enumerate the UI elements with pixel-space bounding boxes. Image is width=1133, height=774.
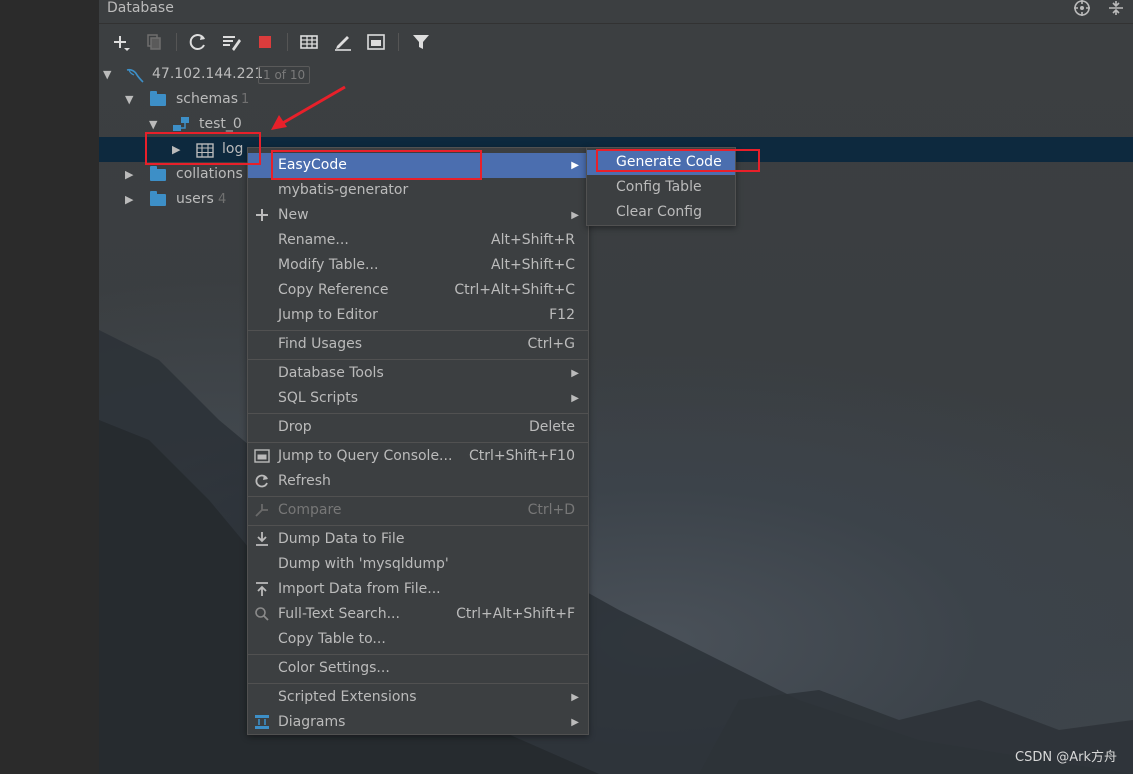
menu-item-import-data-from-file[interactable]: Import Data from File... [248,577,588,602]
menu-item-modify-table[interactable]: Modify Table... Alt+Shift+C [248,253,588,278]
menu-item-refresh[interactable]: Refresh [248,469,588,494]
easycode-submenu: Generate Code Config Table Clear Config [586,147,736,226]
submenu-item-generate-code[interactable]: Generate Code [587,150,735,175]
collations-label: collations [176,166,243,182]
download-icon [254,531,270,547]
menu-item-mybatis-generator[interactable]: mybatis-generator [248,178,588,203]
search-icon [254,606,270,622]
menu-item-color-settings[interactable]: Color Settings... [248,656,588,681]
copy-icon [143,31,165,53]
expand-arrow-icon[interactable]: ▼ [125,87,139,112]
refresh-icon[interactable] [187,31,209,53]
expand-arrow-icon[interactable]: ▶ [172,137,186,162]
diagram-icon [254,714,270,730]
menu-item-jump-to-query-console[interactable]: Jump to Query Console... Ctrl+Shift+F10 [248,444,588,469]
submenu-arrow-icon: ▶ [571,368,579,379]
menu-item-new[interactable]: New ▶ [248,203,588,228]
plus-icon [254,207,270,223]
tree-node-users[interactable]: ▶ users 4 [99,187,259,212]
submenu-item-clear-config[interactable]: Clear Config [587,200,735,225]
connection-label: 47.102.144.221 [152,66,264,82]
submenu-item-config-table[interactable]: Config Table [587,175,735,200]
database-toolbar [99,24,1133,58]
submenu-arrow-icon: ▶ [571,717,579,728]
expand-arrow-icon[interactable]: ▶ [125,187,139,212]
menu-item-diagrams[interactable]: Diagrams ▶ [248,710,588,735]
panel-header: Database [99,0,1133,24]
submenu-arrow-icon: ▶ [571,393,579,404]
filter-icon[interactable] [410,31,432,53]
schemas-count: 1 [241,92,250,107]
expand-arrow-icon[interactable]: ▶ [125,162,139,187]
expand-arrow-icon[interactable]: ▼ [103,62,117,87]
watermark: CSDN @Ark方舟 [1015,750,1117,765]
menu-item-scripted-extensions[interactable]: Scripted Extensions ▶ [248,685,588,710]
target-icon[interactable] [1072,0,1092,18]
edit-icon[interactable] [332,31,354,53]
menu-item-database-tools[interactable]: Database Tools ▶ [248,361,588,386]
users-count: 4 [218,192,227,207]
menu-item-sql-scripts[interactable]: SQL Scripts ▶ [248,386,588,411]
expand-arrow-icon[interactable]: ▼ [149,112,163,137]
submenu-arrow-icon: ▶ [571,692,579,703]
menu-item-dump-with-mysqldump[interactable]: Dump with 'mysqldump' [248,552,588,577]
context-menu: EasyCode ▶ mybatis-generator New ▶ Renam… [247,147,589,735]
refresh-icon [254,473,270,489]
submenu-arrow-icon: ▶ [571,160,579,171]
folder-icon [150,91,166,106]
panel-title: Database [107,0,174,16]
schema-sync-icon[interactable] [220,31,242,53]
menu-item-find-usages[interactable]: Find Usages Ctrl+G [248,332,588,357]
users-label: users [176,191,214,207]
menu-item-rename[interactable]: Rename... Alt+Shift+R [248,228,588,253]
submenu-arrow-icon: ▶ [571,210,579,221]
compare-icon [254,502,270,518]
plus-icon[interactable] [110,31,132,53]
schema-label: test_0 [199,116,242,132]
table-label: log [222,141,244,157]
annotation-arrow-icon [271,85,346,130]
database-panel: Database ▼ 47.102.144.221 1 of 10 ▼ sche… [99,0,1133,774]
schemas-label: schemas [176,91,238,107]
menu-item-easycode[interactable]: EasyCode ▶ [248,153,588,178]
collapse-icon[interactable] [1106,0,1126,18]
menu-item-copy-table-to[interactable]: Copy Table to... [248,627,588,652]
menu-item-copy-reference[interactable]: Copy Reference Ctrl+Alt+Shift+C [248,278,588,303]
menu-item-jump-to-editor[interactable]: Jump to Editor F12 [248,303,588,328]
menu-item-drop[interactable]: Drop Delete [248,415,588,440]
upload-icon [254,581,270,597]
table-icon[interactable] [298,31,320,53]
menu-item-compare: Compare Ctrl+D [248,498,588,523]
folder-icon [150,191,166,206]
query-console-icon [254,448,270,464]
menu-item-full-text-search[interactable]: Full-Text Search... Ctrl+Alt+Shift+F [248,602,588,627]
stop-icon[interactable] [254,31,276,53]
folder-icon [150,166,166,181]
menu-item-dump-data-to-file[interactable]: Dump Data to File [248,527,588,552]
left-editor-strip [0,0,99,774]
tree-node-collations[interactable]: ▶ collations [99,162,259,187]
query-console-icon[interactable] [365,31,387,53]
